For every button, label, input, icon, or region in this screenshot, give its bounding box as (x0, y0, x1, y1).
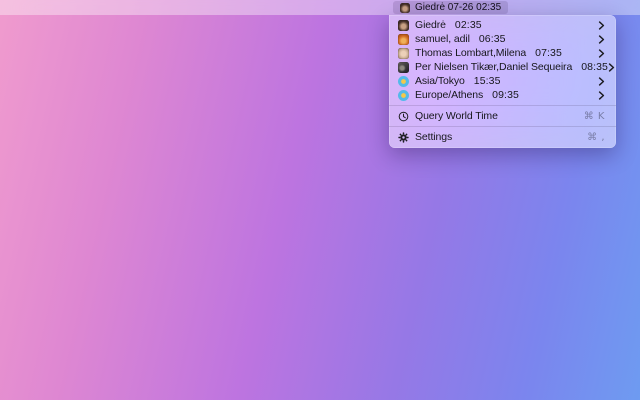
menu-bar: Giedrė 07-26 02:35 (0, 0, 640, 15)
timezone-name: Asia/Tokyo (415, 75, 465, 87)
menu-item-settings[interactable]: Settings ⌘ , (389, 130, 616, 144)
keyboard-shortcut: ⌘ , (587, 132, 605, 143)
action-label: Query World Time (415, 110, 498, 122)
person-name: samuel, adil (415, 33, 470, 45)
chevron-right-icon (598, 49, 605, 58)
chevron-right-icon (608, 63, 615, 72)
menu-item-europe-athens[interactable]: Europe/Athens 09:35 (389, 88, 616, 102)
person-name: Giedrė (415, 19, 446, 31)
menu-separator (389, 105, 616, 106)
time-value: 09:35 (492, 89, 519, 101)
chevron-right-icon (598, 35, 605, 44)
person-name: Thomas Lombart,Milena (415, 47, 526, 59)
menu-item-giedre[interactable]: Giedrė 02:35 (389, 18, 616, 32)
avatar (400, 3, 410, 13)
menu-item-per-daniel[interactable]: Per Nielsen Tikær,Daniel Sequeira 08:35 (389, 60, 616, 74)
time-value: 08:35 (581, 61, 608, 73)
chevron-right-icon (598, 21, 605, 30)
time-value: 02:35 (455, 19, 482, 31)
gear-icon (398, 132, 409, 143)
chevron-right-icon (598, 91, 605, 100)
menu-item-query-world-time[interactable]: Query World Time ⌘ K (389, 109, 616, 123)
person-name: Per Nielsen Tikær,Daniel Sequeira (415, 61, 572, 73)
menu-item-thomas-milena[interactable]: Thomas Lombart,Milena 07:35 (389, 46, 616, 60)
avatar (398, 34, 409, 45)
time-value: 15:35 (474, 75, 501, 87)
menu-separator (389, 126, 616, 127)
menu-item-samuel-adil[interactable]: samuel, adil 06:35 (389, 32, 616, 46)
desktop-background: Giedrė 07-26 02:35 Giedrė 02:35 samuel, … (0, 0, 640, 400)
timezone-name: Europe/Athens (415, 89, 483, 101)
globe-icon (398, 90, 409, 101)
time-value: 06:35 (479, 33, 506, 45)
menu-item-asia-tokyo[interactable]: Asia/Tokyo 15:35 (389, 74, 616, 88)
globe-icon (398, 76, 409, 87)
clock-icon (398, 111, 409, 122)
keyboard-shortcut: ⌘ K (584, 111, 605, 122)
menu-bar-world-clock-item[interactable]: Giedrė 07-26 02:35 (393, 1, 508, 14)
avatar (398, 20, 409, 31)
chevron-right-icon (598, 77, 605, 86)
time-value: 07:35 (535, 47, 562, 59)
world-clock-menu: Giedrė 02:35 samuel, adil 06:35 Thomas L… (389, 15, 616, 148)
action-label: Settings (415, 131, 452, 143)
avatar (398, 48, 409, 59)
avatar (398, 62, 409, 73)
menu-bar-item-label: Giedrė 07-26 02:35 (415, 2, 501, 13)
